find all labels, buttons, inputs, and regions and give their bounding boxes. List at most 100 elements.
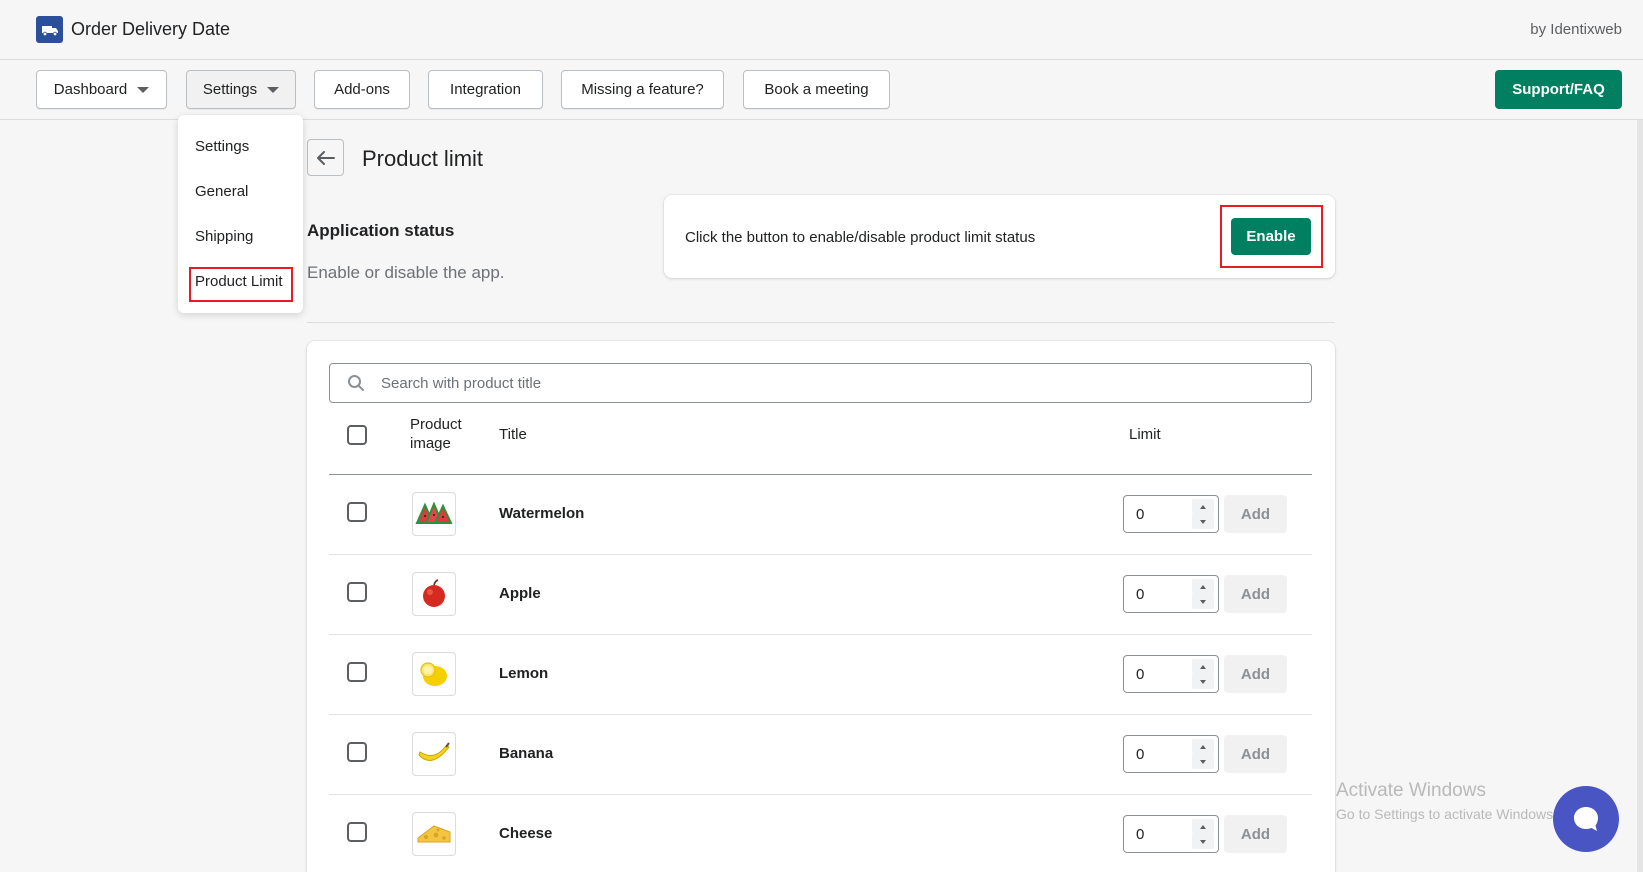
book-meeting-button[interactable]: Book a meeting: [743, 70, 890, 109]
developer-byline: by Identixweb: [1530, 21, 1622, 38]
limit-stepper: [1123, 735, 1219, 773]
product-title: Banana: [499, 745, 554, 762]
increment-arrow[interactable]: [1192, 739, 1214, 754]
highlight-outline: [189, 267, 293, 302]
add-button[interactable]: Add: [1224, 735, 1287, 773]
search-field: [329, 363, 1312, 403]
windows-activation-watermark: Activate Windows Go to Settings to activ…: [1336, 780, 1557, 822]
caret-down-icon: [1200, 839, 1206, 844]
column-header-limit: Limit: [1129, 426, 1161, 443]
limit-stepper: [1123, 575, 1219, 613]
decrement-arrow[interactable]: [1192, 594, 1214, 609]
limit-input[interactable]: [1136, 824, 1191, 844]
caret-up-icon: [1200, 504, 1206, 509]
status-card-text: Click the button to enable/disable produ…: [685, 229, 1036, 246]
increment-arrow[interactable]: [1192, 579, 1214, 594]
product-title: Watermelon: [499, 505, 585, 522]
caret-down-icon: [1200, 679, 1206, 684]
decrement-arrow[interactable]: [1192, 674, 1214, 689]
product-thumbnail: [412, 492, 456, 536]
caret-up-icon: [1200, 744, 1206, 749]
table-row: Cheese Add: [329, 795, 1312, 872]
book-meeting-label: Book a meeting: [764, 81, 869, 98]
chat-widget-button[interactable]: [1553, 786, 1619, 852]
table-row: Banana Add: [329, 715, 1312, 795]
increment-arrow[interactable]: [1192, 819, 1214, 834]
search-icon: [348, 375, 364, 391]
table-row: Watermelon Add: [329, 475, 1312, 555]
watermark-subtitle: Go to Settings to activate Windows.: [1336, 806, 1557, 822]
increment-arrow[interactable]: [1192, 499, 1214, 514]
chat-bubble-icon: [1574, 807, 1598, 831]
caret-down-icon: [1200, 759, 1206, 764]
enable-button[interactable]: Enable: [1231, 218, 1311, 255]
watermelon-icon: [415, 501, 453, 524]
select-all-checkbox[interactable]: [347, 425, 367, 445]
cheese-icon: [417, 825, 451, 843]
addons-label: Add-ons: [334, 81, 390, 98]
integration-label: Integration: [450, 81, 521, 98]
limit-input[interactable]: [1136, 744, 1191, 764]
lemon-icon: [420, 662, 447, 686]
row-checkbox[interactable]: [347, 662, 367, 682]
section-divider: [307, 322, 1335, 323]
missing-feature-label: Missing a feature?: [581, 81, 704, 98]
limit-stepper: [1123, 815, 1219, 853]
add-button[interactable]: Add: [1224, 815, 1287, 853]
row-checkbox[interactable]: [347, 502, 367, 522]
product-thumbnail: [412, 652, 456, 696]
decrement-arrow[interactable]: [1192, 754, 1214, 769]
row-checkbox[interactable]: [347, 742, 367, 762]
limit-input[interactable]: [1136, 664, 1191, 684]
main-navigation: Dashboard Settings Add-ons Integration M…: [0, 60, 1643, 120]
caret-up-icon: [1200, 664, 1206, 669]
menu-item-settings[interactable]: Settings: [195, 138, 249, 155]
limit-input[interactable]: [1136, 584, 1191, 604]
dashboard-menu-button[interactable]: Dashboard: [36, 70, 167, 109]
delivery-truck-icon: [36, 16, 63, 43]
caret-down-icon: [137, 86, 150, 93]
column-header-product-image: Product image: [410, 415, 462, 453]
caret-down-icon: [1200, 599, 1206, 604]
status-card: Click the button to enable/disable produ…: [664, 195, 1335, 278]
settings-dropdown-menu: Settings General Shipping Product Limit: [178, 115, 303, 313]
search-input[interactable]: [381, 366, 1301, 400]
menu-item-general[interactable]: General: [195, 183, 248, 200]
add-button[interactable]: Add: [1224, 655, 1287, 693]
header-image-line1: Product: [410, 416, 462, 433]
product-thumbnail: [412, 812, 456, 856]
add-button[interactable]: Add: [1224, 495, 1287, 533]
header-image-line2: image: [410, 435, 451, 452]
product-limit-card: Product image Title Limit Watermelon Add: [307, 341, 1335, 872]
page-scrollbar[interactable]: [1637, 120, 1643, 872]
row-checkbox[interactable]: [347, 822, 367, 842]
apple-icon: [423, 579, 445, 607]
caret-down-icon: [267, 86, 280, 93]
addons-button[interactable]: Add-ons: [314, 70, 410, 109]
arrow-left-icon: [316, 150, 335, 165]
watermark-title: Activate Windows: [1336, 780, 1486, 801]
settings-menu-button[interactable]: Settings: [186, 70, 296, 109]
decrement-arrow[interactable]: [1192, 834, 1214, 849]
page-title: Product limit: [362, 146, 484, 171]
caret-up-icon: [1200, 584, 1206, 589]
support-faq-button[interactable]: Support/FAQ: [1495, 70, 1622, 109]
product-title: Cheese: [499, 825, 553, 842]
add-button[interactable]: Add: [1224, 575, 1287, 613]
menu-item-shipping[interactable]: Shipping: [195, 228, 253, 245]
integration-button[interactable]: Integration: [428, 70, 543, 109]
app-header: Order Delivery Date by Identixweb: [0, 0, 1643, 60]
caret-up-icon: [1200, 824, 1206, 829]
application-status-description: Enable or disable the app.: [307, 263, 505, 282]
row-checkbox[interactable]: [347, 582, 367, 602]
settings-label: Settings: [202, 81, 258, 98]
app-title: Order Delivery Date: [71, 19, 231, 39]
table-row: Lemon Add: [329, 635, 1312, 715]
increment-arrow[interactable]: [1192, 659, 1214, 674]
limit-input[interactable]: [1136, 504, 1191, 524]
product-title: Lemon: [499, 665, 549, 682]
back-button[interactable]: [307, 139, 344, 176]
decrement-arrow[interactable]: [1192, 514, 1214, 529]
missing-feature-button[interactable]: Missing a feature?: [561, 70, 724, 109]
table-row: Apple Add: [329, 555, 1312, 635]
